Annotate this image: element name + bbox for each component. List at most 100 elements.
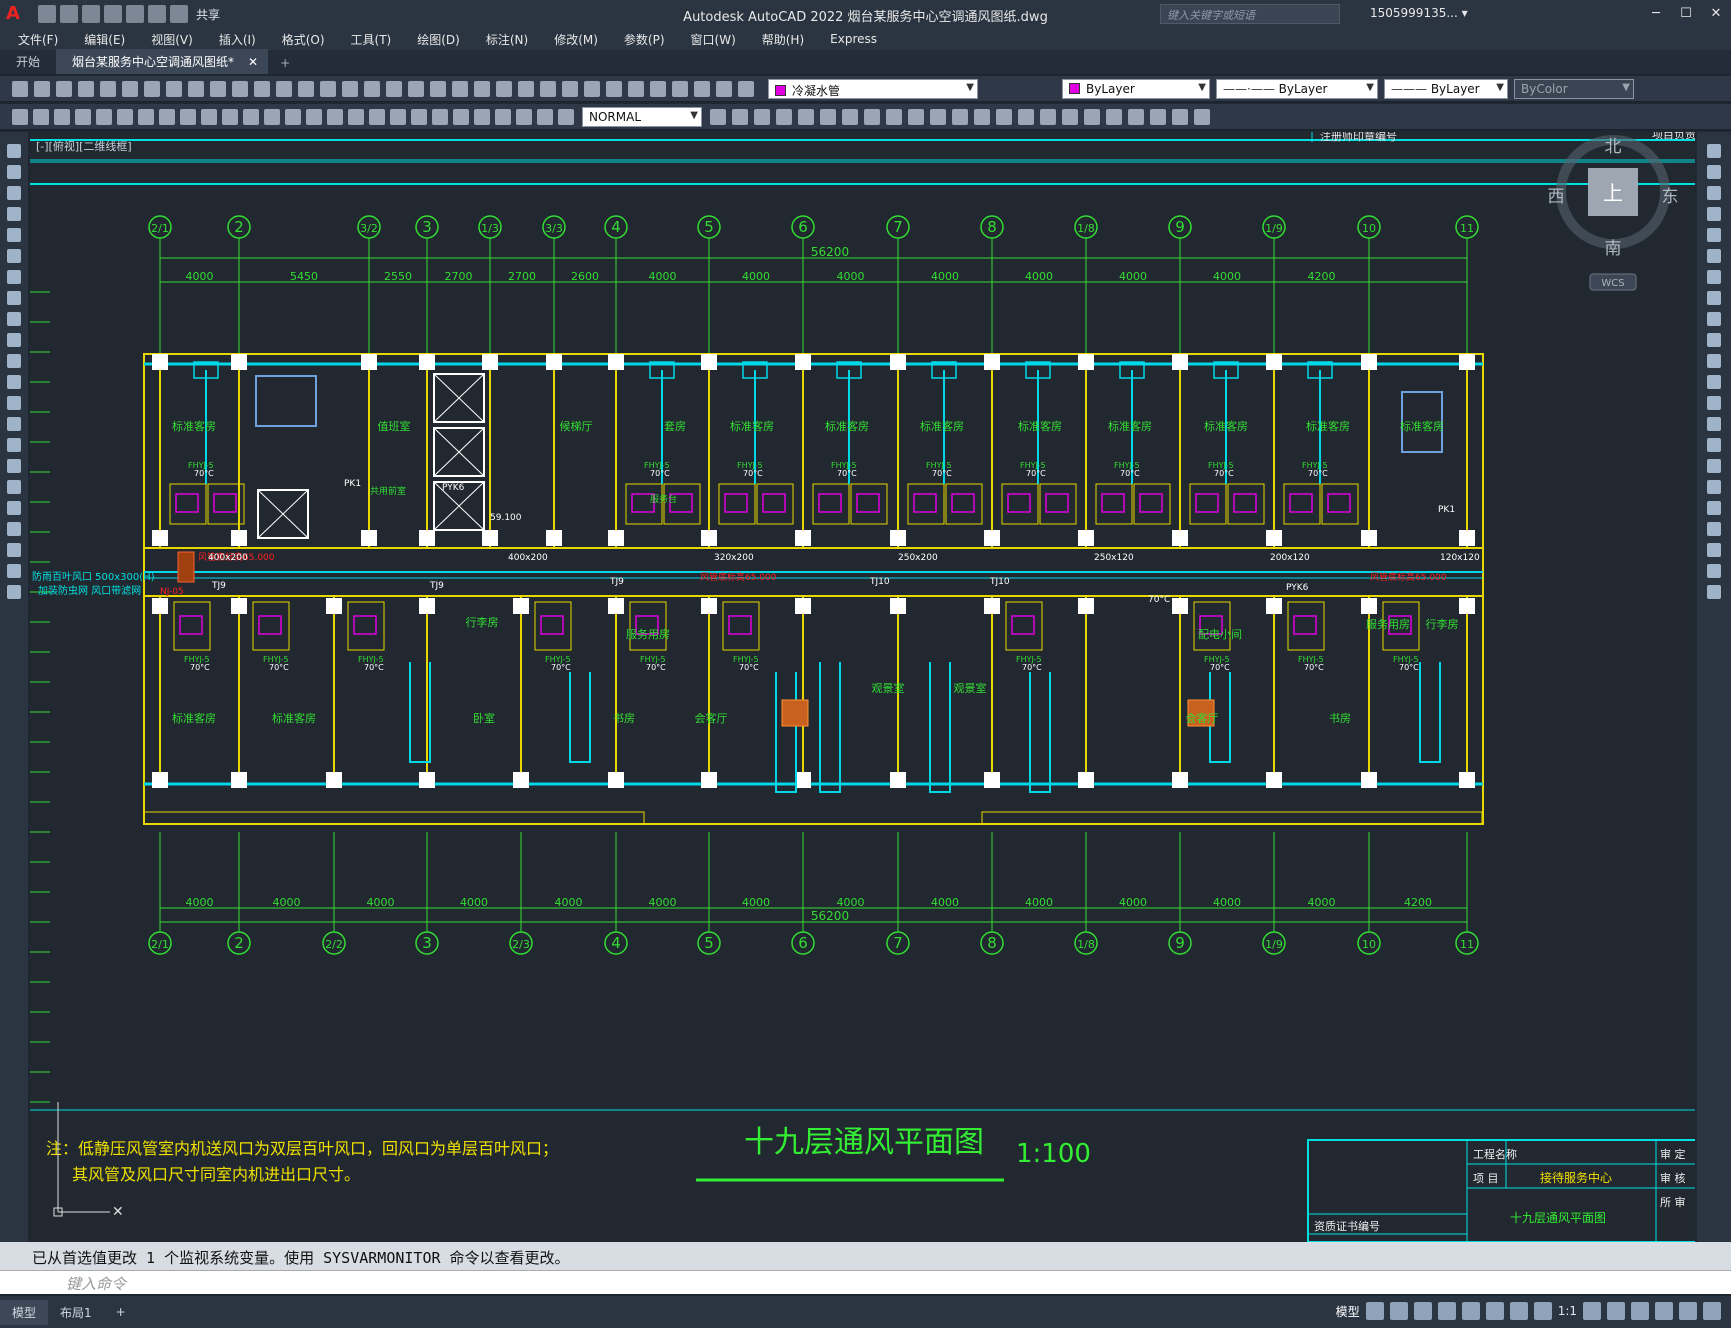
- tb2-tool-icon-13[interactable]: [285, 109, 301, 125]
- plot-icon[interactable]: [126, 5, 144, 23]
- tb2-tool-icon-33[interactable]: [842, 109, 858, 125]
- undo-icon[interactable]: [148, 5, 166, 23]
- grid-icon[interactable]: [1365, 1302, 1384, 1320]
- tb1-tool-icon-30[interactable]: [672, 81, 688, 97]
- tb1-tool-icon-24[interactable]: [540, 81, 556, 97]
- tb2-tool-icon-8[interactable]: [180, 109, 196, 125]
- tb1-tool-icon-1[interactable]: [34, 81, 50, 97]
- menu-item-12[interactable]: Express: [830, 32, 877, 46]
- tb2-tool-icon-31[interactable]: [798, 109, 814, 125]
- tb2-tool-icon-39[interactable]: [974, 109, 990, 125]
- lefttools-icon-0[interactable]: [7, 144, 21, 158]
- tb2-tool-icon-0[interactable]: [12, 109, 28, 125]
- add-layout-button[interactable]: +: [104, 1301, 138, 1323]
- lefttools-icon-11[interactable]: [7, 375, 21, 389]
- righttools-icon-7[interactable]: [1707, 291, 1721, 305]
- user-account[interactable]: 1505999135... ▾: [1370, 6, 1468, 20]
- righttools-icon-6[interactable]: [1707, 270, 1721, 284]
- lefttools-icon-18[interactable]: [7, 522, 21, 536]
- minimize-button[interactable]: ─: [1641, 0, 1671, 28]
- tb2-tool-icon-37[interactable]: [930, 109, 946, 125]
- tb1-tool-icon-27[interactable]: [606, 81, 622, 97]
- tb1-tool-icon-12[interactable]: [276, 81, 292, 97]
- tab-model[interactable]: 模型: [0, 1299, 49, 1325]
- menu-item-9[interactable]: 参数(P): [624, 31, 665, 48]
- viewcube-west[interactable]: 西: [1548, 187, 1565, 207]
- lefttools-icon-13[interactable]: [7, 417, 21, 431]
- add-icon[interactable]: [1607, 1302, 1625, 1320]
- tb1-tool-icon-3[interactable]: [78, 81, 94, 97]
- tb1-tool-icon-20[interactable]: [452, 81, 468, 97]
- tb2-tool-icon-38[interactable]: [952, 109, 968, 125]
- tb2-tool-icon-20[interactable]: [432, 109, 448, 125]
- righttools-icon-3[interactable]: [1707, 207, 1721, 221]
- tb1-tool-icon-28[interactable]: [628, 81, 644, 97]
- menu-item-1[interactable]: 编辑(E): [84, 31, 125, 48]
- tb2-tool-icon-1[interactable]: [33, 109, 49, 125]
- tb2-tool-icon-7[interactable]: [159, 109, 175, 125]
- tb1-tool-icon-26[interactable]: [584, 81, 600, 97]
- tb2-tool-icon-47[interactable]: [1150, 109, 1166, 125]
- tb1-tool-icon-9[interactable]: [210, 81, 226, 97]
- tb2-tool-icon-2[interactable]: [54, 109, 70, 125]
- tb1-tool-icon-15[interactable]: [342, 81, 358, 97]
- menu-item-10[interactable]: 窗口(W): [691, 31, 736, 48]
- tb2-tool-icon-28[interactable]: [732, 109, 748, 125]
- tb2-tool-icon-44[interactable]: [1084, 109, 1100, 125]
- tb2-tool-icon-32[interactable]: [820, 109, 836, 125]
- share-button[interactable]: 共享: [196, 6, 220, 23]
- righttools-icon-17[interactable]: [1707, 501, 1721, 515]
- lefttools-icon-6[interactable]: [7, 270, 21, 284]
- drawing-canvas[interactable]: [-][俯视][二维线框] 注册师印章编号 项目负责人 2/1 2 3/2 3 1/3 3…: [30, 132, 1695, 1242]
- otrack-icon[interactable]: [1485, 1302, 1504, 1320]
- menu-item-0[interactable]: 文件(F): [18, 31, 58, 48]
- righttools-icon-13[interactable]: [1707, 417, 1721, 431]
- save-as-icon[interactable]: [104, 5, 122, 23]
- workspace-gear-icon[interactable]: [1583, 1302, 1601, 1320]
- tb2-tool-icon-4[interactable]: [96, 109, 112, 125]
- lefttools-icon-5[interactable]: [7, 249, 21, 263]
- tb2-tool-icon-24[interactable]: [516, 109, 532, 125]
- tab-start[interactable]: 开始: [0, 49, 56, 74]
- redo-icon[interactable]: [170, 5, 188, 23]
- righttools-icon-9[interactable]: [1707, 333, 1721, 347]
- dimstyle-dropdown[interactable]: NORMAL ▼: [582, 107, 702, 127]
- tb1-tool-icon-31[interactable]: [694, 81, 710, 97]
- close-tab-icon[interactable]: ✕: [248, 55, 258, 69]
- tb1-tool-icon-32[interactable]: [716, 81, 732, 97]
- tb1-tool-icon-23[interactable]: [518, 81, 534, 97]
- new-file-icon[interactable]: [38, 5, 56, 23]
- viewcube-south[interactable]: 南: [1605, 239, 1622, 259]
- tb2-tool-icon-30[interactable]: [776, 109, 792, 125]
- tb2-tool-icon-3[interactable]: [75, 109, 91, 125]
- menu-item-4[interactable]: 格式(O): [282, 31, 325, 48]
- tb1-tool-icon-7[interactable]: [166, 81, 182, 97]
- tb1-tool-icon-10[interactable]: [232, 81, 248, 97]
- open-file-icon[interactable]: [60, 5, 78, 23]
- layer-dropdown[interactable]: 冷凝水管 ▼: [768, 79, 978, 99]
- search-input[interactable]: 键入关键字或短语: [1160, 4, 1340, 24]
- close-button[interactable]: ✕: [1701, 0, 1731, 28]
- tb2-tool-icon-19[interactable]: [411, 109, 427, 125]
- menu-item-5[interactable]: 工具(T): [351, 31, 392, 48]
- tb2-tool-icon-26[interactable]: [558, 109, 574, 125]
- menu-item-11[interactable]: 帮助(H): [762, 31, 804, 48]
- tb2-tool-icon-6[interactable]: [138, 109, 154, 125]
- righttools-icon-21[interactable]: [1707, 585, 1721, 599]
- tb2-tool-icon-36[interactable]: [908, 109, 924, 125]
- righttools-icon-4[interactable]: [1707, 228, 1721, 242]
- tb1-tool-icon-4[interactable]: [100, 81, 116, 97]
- new-tab-button[interactable]: +: [268, 52, 302, 74]
- righttools-icon-5[interactable]: [1707, 249, 1721, 263]
- tb2-tool-icon-40[interactable]: [996, 109, 1012, 125]
- tb2-tool-icon-46[interactable]: [1128, 109, 1144, 125]
- menu-item-8[interactable]: 修改(M): [554, 31, 598, 48]
- tb2-tool-icon-12[interactable]: [264, 109, 280, 125]
- viewcube-north[interactable]: 北: [1605, 137, 1622, 157]
- tb2-tool-icon-45[interactable]: [1106, 109, 1122, 125]
- tb2-tool-icon-23[interactable]: [495, 109, 511, 125]
- lefttools-icon-2[interactable]: [7, 186, 21, 200]
- autocad-logo-icon[interactable]: A: [6, 3, 28, 25]
- plotstyle-dropdown[interactable]: ByColor ▼: [1514, 79, 1634, 99]
- lineweight-icon[interactable]: [1509, 1302, 1528, 1320]
